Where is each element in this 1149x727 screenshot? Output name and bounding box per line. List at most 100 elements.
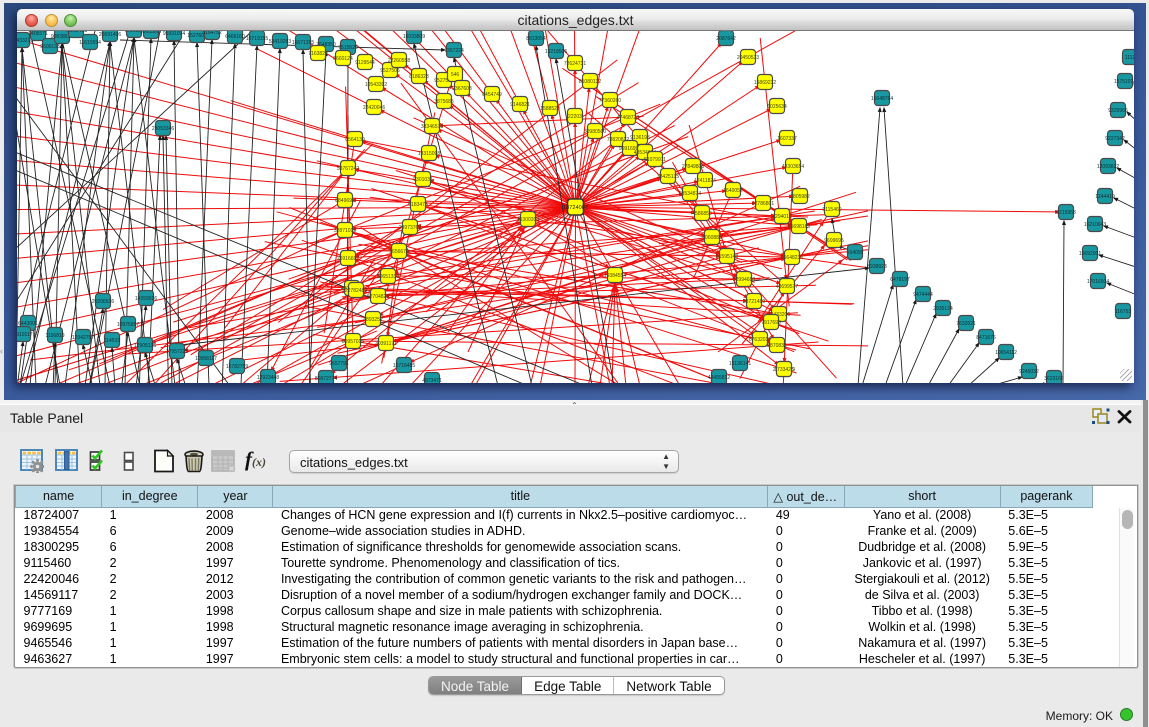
svg-text:72624731: 72624731 [564,61,586,67]
svg-text:18724007: 18724007 [563,205,588,211]
svg-text:8215958: 8215958 [1056,210,1076,216]
svg-text:30980500: 30980500 [584,129,606,135]
svg-text:2870831: 2870831 [767,343,787,349]
svg-text:9657791: 9657791 [329,361,349,367]
svg-text:4893252: 4893252 [363,317,383,323]
svg-text:9115460: 9115460 [822,207,841,213]
svg-text:80957015: 80957015 [342,339,364,345]
svg-text:2087642: 2087642 [716,36,736,42]
svg-text:86872774: 86872774 [315,376,337,382]
svg-text:4873471: 4873471 [422,378,442,383]
svg-text:81080132: 81080132 [579,79,601,85]
svg-text:9301031: 9301031 [413,177,433,183]
svg-text:65648236: 65648236 [781,255,803,261]
svg-text:10654112: 10654112 [995,350,1017,356]
svg-text:62994680: 62994680 [733,277,755,283]
svg-text:3164752: 3164752 [202,31,222,36]
svg-text:7632621: 7632621 [956,321,976,327]
svg-text:4586850: 4586850 [692,211,712,217]
svg-text:16210643: 16210643 [1084,222,1106,228]
svg-text:12905135: 12905135 [134,343,156,349]
svg-text:38425135: 38425135 [657,174,679,180]
svg-text:23053346: 23053346 [152,126,174,132]
svg-text:2935134: 2935134 [933,306,953,312]
svg-text:55698169: 55698169 [788,224,810,230]
svg-text:2367608: 2367608 [452,86,472,92]
svg-text:17957225: 17957225 [166,349,188,355]
svg-text:6025634: 6025634 [767,104,787,110]
svg-text:6466160: 6466160 [225,34,245,40]
svg-text:20691406: 20691406 [99,32,121,38]
svg-text:17016504: 17016504 [1087,279,1109,285]
svg-text:4294019: 4294019 [772,214,792,220]
svg-text:1588520: 1588520 [540,106,560,112]
svg-text:1405571: 1405571 [28,31,48,37]
svg-text:10651333: 10651333 [377,274,399,280]
svg-text:15869232: 15869232 [754,80,776,86]
svg-text:12942757: 12942757 [72,335,94,341]
svg-text:95931034: 95931034 [163,31,185,37]
svg-text:20206526: 20206526 [92,299,114,305]
svg-text:53419283: 53419283 [269,39,291,45]
svg-text:43303654: 43303654 [782,164,804,170]
svg-text:2805982: 2805982 [790,194,810,200]
svg-text:9329966: 9329966 [1108,108,1128,114]
svg-text:7163822: 7163822 [308,51,328,57]
svg-text:3875685: 3875685 [434,99,454,105]
svg-text:43699577: 43699577 [776,284,798,290]
svg-text:47468723: 47468723 [617,115,639,121]
svg-text:62704828: 62704828 [367,294,389,300]
svg-text:116753: 116753 [1115,309,1132,315]
svg-text:7357224: 7357224 [444,48,464,54]
svg-text:15716485: 15716485 [393,363,415,369]
svg-text:26916697: 26916697 [337,256,359,262]
svg-text:7917693: 7917693 [761,320,781,326]
svg-text:22782489: 22782489 [345,288,367,294]
svg-text:9245032: 9245032 [1019,369,1039,375]
svg-text:30391171: 30391171 [375,341,397,347]
svg-text:8849696: 8849696 [335,198,355,204]
svg-text:1607337: 1607337 [777,136,797,142]
svg-text:1656670: 1656670 [389,249,409,255]
svg-text:10719155: 10719155 [246,36,268,42]
svg-text:114519: 114519 [104,338,121,344]
svg-text:9527505: 9527505 [380,68,400,74]
svg-text:1112: 1112 [1125,55,1134,61]
svg-text:22260558: 22260558 [388,58,410,64]
svg-text:15751074: 15751074 [1114,79,1134,85]
svg-text:8454749: 8454749 [482,92,502,98]
svg-text:12923448: 12923448 [257,375,279,381]
svg-text:20450533: 20450533 [737,55,759,61]
svg-text:42786801: 42786801 [752,201,774,207]
svg-text:9474444: 9474444 [913,292,933,298]
svg-text:8938923: 8938923 [867,264,887,270]
svg-text:1156819: 1156819 [45,333,64,339]
svg-text:15300203: 15300203 [517,217,539,223]
svg-text:22203: 22203 [568,114,582,120]
svg-text:1244419: 1244419 [1095,194,1115,200]
svg-text:1733426: 1733426 [774,367,794,373]
svg-text:53767242: 53767242 [337,166,359,172]
svg-text:38346578: 38346578 [421,124,443,130]
svg-text:10543392: 10543392 [365,82,387,88]
svg-text:7515526: 7515526 [338,45,358,51]
svg-text:9699695: 9699695 [824,238,844,244]
svg-text:5183473: 5183473 [408,202,428,208]
svg-text:164095: 164095 [847,250,864,256]
svg-text:16671355: 16671355 [292,40,314,46]
svg-text:0564139: 0564139 [345,137,365,143]
svg-text:93534874: 93534874 [679,191,701,197]
svg-text:8186328: 8186328 [409,74,429,80]
svg-text:38721489: 38721489 [743,299,765,305]
svg-text:43455812: 43455812 [708,375,730,381]
svg-text:3623166: 3623166 [1044,376,1064,382]
svg-text:11615594: 11615594 [79,40,101,46]
svg-text:8660124: 8660124 [333,56,353,62]
svg-text:9227342: 9227342 [1105,136,1125,142]
svg-text:16648764: 16648764 [871,96,893,102]
svg-text:1640052: 1640052 [723,188,743,194]
svg-text:13315098: 13315098 [418,151,440,157]
svg-text:15692901: 15692901 [1079,251,1101,257]
svg-text:12411824: 12411824 [694,178,716,184]
svg-text:15136141: 15136141 [729,361,751,367]
